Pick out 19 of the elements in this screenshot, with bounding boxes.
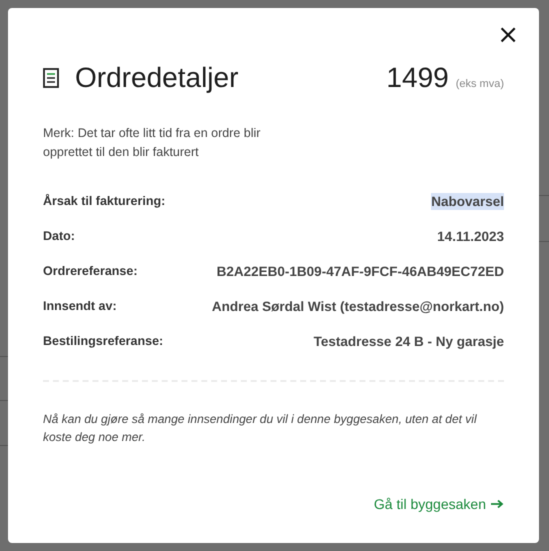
detail-label: Årsak til fakturering: bbox=[43, 194, 166, 208]
detail-label: Ordrereferanse: bbox=[43, 264, 138, 278]
info-text: Nå kan du gjøre så mange innsendinger du vil i denne byggesaken, uten at det vil koste deg noe mer. bbox=[43, 411, 478, 446]
detail-value: Testadresse 24 B - Ny garasje bbox=[314, 332, 504, 350]
detail-label: Innsendt av: bbox=[43, 299, 117, 313]
detail-value: Andrea Sørdal Wist (testadresse@norkart.no) bbox=[212, 298, 504, 314]
byggesak-link[interactable]: Gå til byggesaken bbox=[374, 496, 504, 512]
detail-value: 14.11.2023 bbox=[437, 228, 504, 244]
price-note: (eks mva) bbox=[456, 78, 504, 90]
dialog-title: Ordredetaljer bbox=[75, 61, 238, 95]
price: 1499 bbox=[386, 62, 449, 94]
close-button[interactable]: × bbox=[493, 20, 523, 50]
document-icon bbox=[43, 68, 59, 88]
note-text: Merk: Det tar ofte litt tid fra en ordre blir opprettet til den blir fakturert bbox=[43, 125, 262, 161]
detail-label: Dato: bbox=[43, 229, 75, 243]
detail-value: B2A22EB0-1B09-47AF-9FCF-46AB49EC72ED bbox=[216, 262, 504, 280]
detail-label: Bestilingsreferanse: bbox=[43, 334, 164, 348]
arrow-icon bbox=[490, 499, 504, 509]
detail-value: Nabovarsel bbox=[431, 192, 504, 210]
